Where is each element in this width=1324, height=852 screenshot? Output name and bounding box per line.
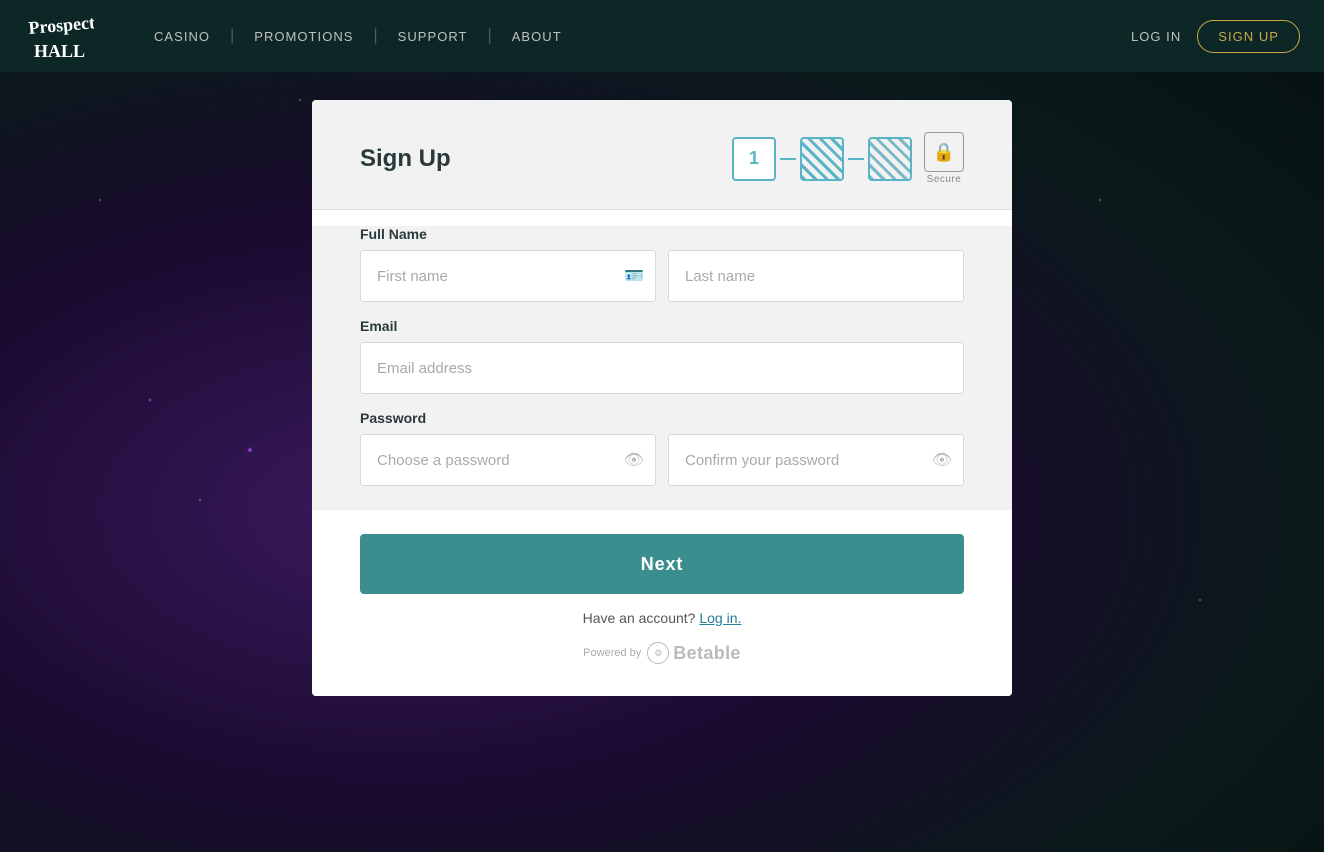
full-name-label: Full Name (360, 226, 964, 242)
modal-body: Full Name 🪪 Email Password 👁 (312, 226, 1012, 510)
signup-button[interactable]: SIGN UP (1197, 20, 1300, 53)
eye-icon-1: 👁 (624, 450, 644, 470)
step-3 (868, 137, 912, 181)
email-label: Email (360, 318, 964, 334)
step-lock: 🔒 Secure (924, 132, 964, 185)
next-button[interactable]: Next (360, 534, 964, 594)
step-connector-2 (848, 158, 864, 160)
modal-footer: Next Have an account? Log in. Powered by… (312, 510, 1012, 696)
main-nav: CASINO | PROMOTIONS | SUPPORT | ABOUT (134, 27, 1131, 45)
email-wrapper (360, 342, 964, 394)
step-1: 1 (732, 137, 776, 181)
nav-promotions[interactable]: PROMOTIONS (234, 29, 373, 44)
logo[interactable]: Prospect HALL (24, 9, 94, 64)
header-actions: LOG IN SIGN UP (1131, 20, 1300, 53)
step-connector-1 (780, 158, 796, 160)
login-link[interactable]: Log in. (699, 610, 741, 626)
powered-by: Powered by ⚙ Betable (583, 642, 741, 664)
choose-password-wrapper: 👁 (360, 434, 656, 486)
header: Prospect HALL CASINO | PROMOTIONS | SUPP… (0, 0, 1324, 72)
svg-text:HALL: HALL (34, 41, 85, 61)
login-button[interactable]: LOG IN (1131, 29, 1181, 44)
last-name-wrapper (668, 250, 964, 302)
eye-icon-2: 👁 (932, 450, 952, 470)
svg-text:Prospect: Prospect (28, 12, 94, 38)
nav-support[interactable]: SUPPORT (378, 29, 488, 44)
betable-logo: ⚙ Betable (647, 642, 741, 664)
modal-title: Sign Up (360, 145, 451, 173)
signup-modal: Sign Up 1 🔒 Secure Full Name 🪪 (312, 100, 1012, 696)
choose-password-input[interactable] (360, 434, 656, 486)
first-name-input[interactable] (360, 250, 656, 302)
password-row: 👁 👁 (360, 434, 964, 486)
login-link-row: Have an account? Log in. (583, 610, 742, 626)
have-account-text: Have an account? (583, 610, 696, 626)
id-card-icon: 🪪 (624, 266, 644, 286)
step-2 (800, 137, 844, 181)
full-name-row: 🪪 (360, 250, 964, 302)
powered-by-text: Powered by (583, 647, 641, 659)
steps-indicator: 1 🔒 Secure (732, 132, 964, 185)
lock-icon: 🔒 (924, 132, 964, 172)
modal-header: Sign Up 1 🔒 Secure (312, 100, 1012, 210)
confirm-password-wrapper: 👁 (668, 434, 964, 486)
email-row (360, 342, 964, 394)
last-name-input[interactable] (668, 250, 964, 302)
secure-label: Secure (927, 174, 962, 185)
email-input[interactable] (360, 342, 964, 394)
betable-name: Betable (673, 643, 741, 664)
nav-casino[interactable]: CASINO (134, 29, 230, 44)
password-label: Password (360, 410, 964, 426)
confirm-password-input[interactable] (668, 434, 964, 486)
first-name-wrapper: 🪪 (360, 250, 656, 302)
nav-about[interactable]: ABOUT (492, 29, 582, 44)
betable-icon: ⚙ (647, 642, 669, 664)
